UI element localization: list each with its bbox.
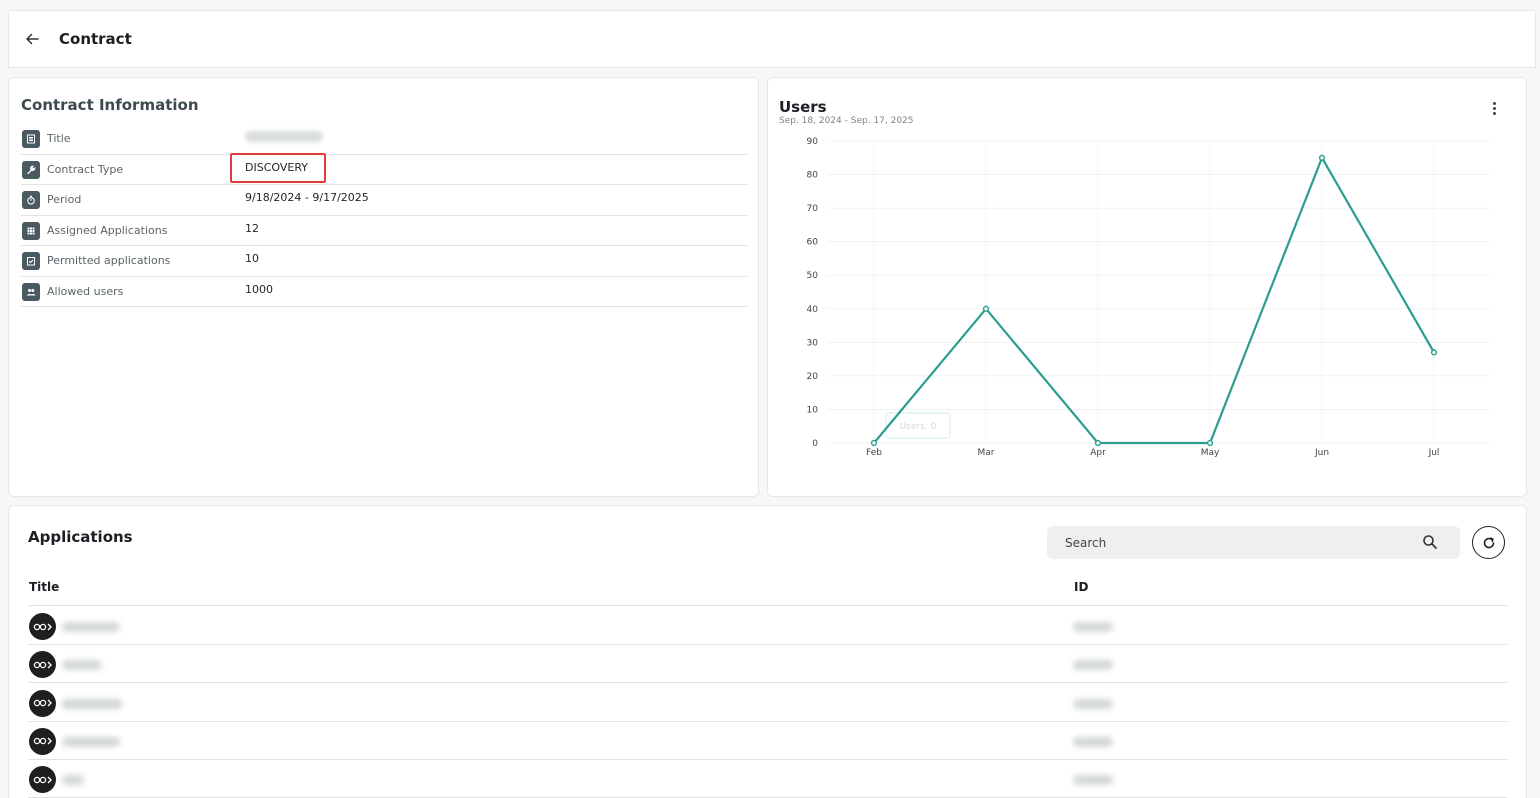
app-title-redacted: [62, 775, 84, 786]
x-tick-label: Mar: [978, 448, 995, 458]
info-row-title: Title: [21, 124, 747, 155]
page-header: Contract: [8, 10, 1536, 68]
chart-tooltip-text: Users: 0: [900, 422, 937, 432]
grid-icon: [22, 221, 40, 240]
contract-info-card: Contract Information Title Contract Type…: [8, 77, 759, 497]
arrow-left-icon: [26, 33, 39, 45]
data-point: [982, 305, 990, 312]
app-title-redacted: [62, 736, 120, 747]
wrench-icon: [22, 160, 40, 179]
period-value: 9/18/2024 - 9/17/2025: [245, 191, 369, 204]
info-label: Assigned Applications: [47, 223, 168, 237]
contract-page: Contract Contract Information Title Cont…: [0, 0, 1540, 798]
column-header-id[interactable]: ID: [1074, 580, 1088, 594]
table-row[interactable]: [28, 645, 1507, 684]
back-button[interactable]: [23, 30, 41, 48]
table-row[interactable]: [28, 760, 1507, 798]
search-icon[interactable]: [1422, 534, 1438, 550]
info-label: Period: [47, 193, 82, 206]
highlight-box: [230, 152, 326, 183]
y-tick-label: 50: [807, 271, 819, 281]
page-title: Contract: [59, 30, 132, 48]
table-row[interactable]: [28, 722, 1507, 760]
y-tick-label: 30: [807, 338, 819, 348]
users-line-chart: 0 10 20 30 40 50 60 70 80 90 Feb Mar Apr May Jun Jul Use…: [807, 137, 1490, 458]
refresh-button[interactable]: [1472, 526, 1505, 559]
app-logo-icon: [29, 613, 56, 640]
app-logo-icon: [29, 651, 56, 679]
y-tick-label: 60: [807, 238, 819, 248]
info-label: Contract Type: [47, 162, 124, 176]
data-point: [1430, 349, 1438, 356]
data-point: [1318, 154, 1326, 161]
data-point: [1094, 439, 1102, 447]
app-id-redacted: [1073, 698, 1113, 709]
x-tick-label: Apr: [1090, 448, 1106, 458]
permitted-applications-value: 10: [245, 252, 259, 265]
search-box: [1047, 526, 1460, 559]
assigned-applications-value: 12: [245, 221, 259, 235]
app-logo-icon: [29, 689, 56, 717]
app-id-redacted: [1073, 622, 1113, 632]
y-tick-label: 20: [807, 372, 819, 382]
y-tick-label: 90: [807, 137, 819, 147]
table-row[interactable]: [28, 684, 1507, 722]
table-row[interactable]: [28, 607, 1507, 645]
app-id-redacted: [1073, 736, 1113, 747]
users-icon: [22, 282, 40, 301]
data-point: [1206, 439, 1214, 447]
info-row-permitted-applications: Permitted applications 10: [21, 246, 747, 277]
info-row-allowed-users: Allowed users 1000: [21, 277, 747, 307]
refresh-icon: [1483, 536, 1494, 548]
info-row-contract-type: Contract Type DISCOVERY: [21, 152, 747, 185]
stopwatch-icon: [22, 191, 40, 209]
app-title-redacted: [62, 622, 120, 632]
y-tick-label: 70: [807, 204, 819, 214]
info-row-period: Period 9/18/2024 - 9/17/2025: [21, 185, 747, 216]
y-tick-label: 40: [807, 305, 819, 315]
app-id-redacted: [1073, 775, 1113, 786]
series-line-users: [873, 156, 1435, 445]
app-id-redacted: [1073, 660, 1113, 671]
x-tick-label: Feb: [866, 448, 882, 458]
applications-heading: Applications: [28, 528, 133, 546]
contract-info-heading: Contract Information: [21, 96, 199, 114]
info-label: Permitted applications: [47, 254, 171, 267]
y-tick-label: 80: [807, 171, 819, 181]
search-input[interactable]: [1065, 535, 1405, 550]
document-icon: [22, 130, 40, 148]
info-label: Title: [47, 132, 71, 145]
info-row-assigned-applications: Assigned Applications 12: [21, 216, 747, 246]
users-card: Users Sep. 18, 2024 - Sep. 17, 2025 0 10 2…: [767, 77, 1527, 497]
app-logo-icon: [29, 727, 56, 755]
allowed-users-value: 1000: [245, 282, 273, 296]
y-tick-label: 10: [807, 405, 819, 415]
x-tick-label: Jul: [1428, 448, 1440, 458]
y-tick-label: 0: [812, 439, 818, 449]
x-tick-label: Jun: [1314, 448, 1329, 458]
column-header-title[interactable]: Title: [29, 580, 59, 594]
app-logo-icon: [29, 766, 56, 794]
table-header-divider: [28, 605, 1507, 606]
title-value-redacted: [245, 131, 323, 142]
checklist-icon: [22, 252, 40, 270]
info-label: Allowed users: [47, 284, 124, 298]
x-tick-label: May: [1201, 448, 1220, 458]
app-title-redacted: [62, 698, 122, 709]
app-title-redacted: [62, 660, 102, 671]
applications-card: Applications Title ID: [8, 505, 1527, 798]
data-point: [870, 439, 878, 447]
